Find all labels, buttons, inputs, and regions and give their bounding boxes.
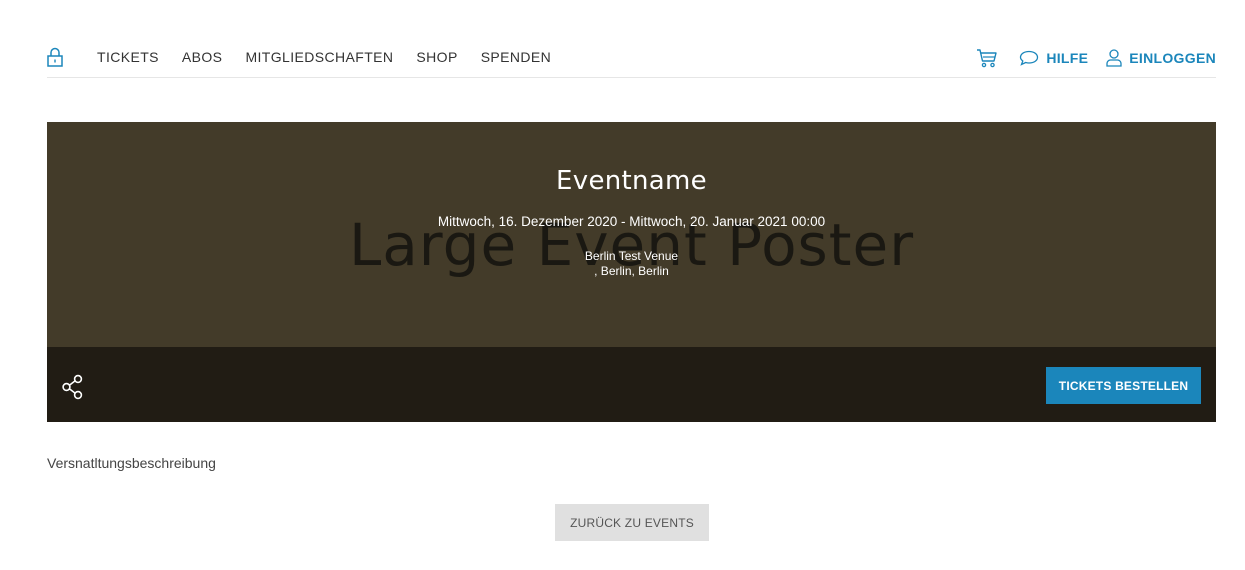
- nav-link-shop[interactable]: SHOP: [416, 49, 457, 65]
- user-icon: [1106, 49, 1122, 67]
- venue-location: , Berlin, Berlin: [594, 264, 669, 278]
- user-menu: HILFE EINLOGGEN: [976, 48, 1216, 68]
- help-label: HILFE: [1046, 50, 1089, 66]
- back-to-events-button[interactable]: ZURÜCK ZU EVENTS: [555, 504, 709, 541]
- event-description: Versnatltungsbeschreibung: [47, 455, 216, 471]
- nav-link-spenden[interactable]: SPENDEN: [481, 49, 551, 65]
- lock-icon[interactable]: [47, 47, 63, 67]
- top-navigation: TICKETS ABOS MITGLIEDSCHAFTEN SHOP SPEND…: [47, 40, 1216, 78]
- login-label: EINLOGGEN: [1129, 50, 1216, 66]
- cart-icon[interactable]: [976, 48, 998, 68]
- order-tickets-button[interactable]: TICKETS BESTELLEN: [1046, 367, 1201, 404]
- event-action-bar: TICKETS BESTELLEN: [47, 347, 1216, 422]
- nav-link-mitgliedschaften[interactable]: MITGLIEDSCHAFTEN: [245, 49, 393, 65]
- share-icon[interactable]: [61, 374, 87, 400]
- nav-link-abos[interactable]: ABOS: [182, 49, 223, 65]
- nav-link-tickets[interactable]: TICKETS: [97, 49, 159, 65]
- help-link[interactable]: HILFE: [1019, 50, 1088, 66]
- event-date: Mittwoch, 16. Dezember 2020 - Mittwoch, …: [437, 214, 826, 229]
- venue-name: Berlin Test Venue: [584, 249, 679, 263]
- event-hero-banner: Large Event Poster Eventname Mittwoch, 1…: [47, 122, 1216, 347]
- speech-bubble-icon: [1020, 50, 1039, 66]
- main-menu: TICKETS ABOS MITGLIEDSCHAFTEN SHOP SPEND…: [97, 49, 574, 65]
- login-link[interactable]: EINLOGGEN: [1106, 49, 1216, 67]
- event-title: Eventname: [556, 166, 707, 196]
